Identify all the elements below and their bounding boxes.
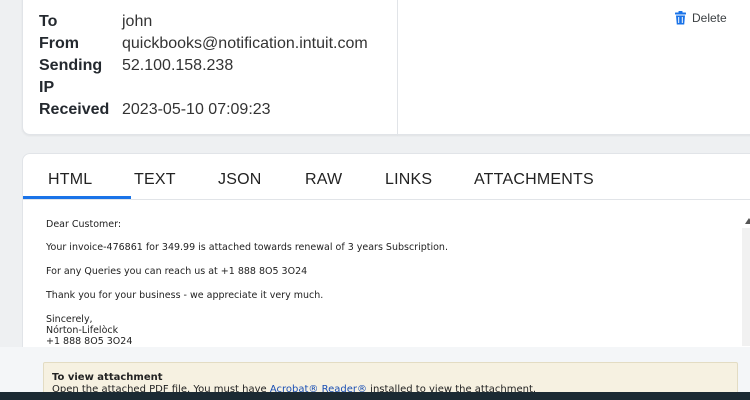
- scroll-up-arrow-icon[interactable]: [745, 218, 750, 224]
- signoff-line: Sincerely,: [46, 314, 93, 325]
- to-label: To: [39, 13, 58, 30]
- thanks-line: Thank you for your business - we appreci…: [46, 290, 324, 301]
- sending-ip-label: Sending IP: [39, 57, 103, 96]
- active-tab-indicator: [23, 196, 131, 199]
- from-value: quickbooks@notification.intuit.com: [122, 35, 368, 52]
- attachment-notice-title: To view attachment: [52, 372, 163, 383]
- email-header-card: To john From quickbooks@notification.int…: [22, 0, 750, 136]
- header-divider: [397, 0, 398, 136]
- sender-phone-line: +1 888 8O5 3O24: [46, 336, 133, 347]
- sender-name-line: Nórton-Lifelòck: [46, 325, 119, 336]
- received-value: 2023-05-10 07:09:23: [122, 101, 271, 118]
- tab-attachments[interactable]: ATTACHMENTS: [474, 171, 594, 189]
- to-value: john: [122, 13, 153, 30]
- taskbar-edge: [0, 392, 750, 400]
- invoice-line: Your invoice-476861 for 349.99 is attach…: [46, 242, 448, 253]
- received-label: Received: [39, 101, 110, 118]
- from-label: From: [39, 35, 79, 52]
- greeting-line: Dear Customer:: [46, 219, 122, 230]
- view-tabs: HTML TEXT JSON RAW LINKS ATTACHMENTS: [23, 154, 750, 200]
- tab-raw[interactable]: RAW: [305, 171, 342, 189]
- tab-html[interactable]: HTML: [48, 171, 92, 189]
- trash-icon: [675, 11, 686, 25]
- tab-links[interactable]: LINKS: [385, 171, 432, 189]
- delete-button[interactable]: Delete: [675, 11, 727, 25]
- queries-line: For any Queries you can reach us at +1 8…: [46, 266, 308, 277]
- email-body-card: HTML TEXT JSON RAW LINKS ATTACHMENTS Dea…: [22, 153, 750, 353]
- delete-label: Delete: [692, 11, 727, 25]
- tab-json[interactable]: JSON: [218, 171, 261, 189]
- message-scrollbar[interactable]: [742, 228, 750, 346]
- tab-text[interactable]: TEXT: [134, 171, 176, 189]
- sending-ip-value: 52.100.158.238: [122, 57, 234, 74]
